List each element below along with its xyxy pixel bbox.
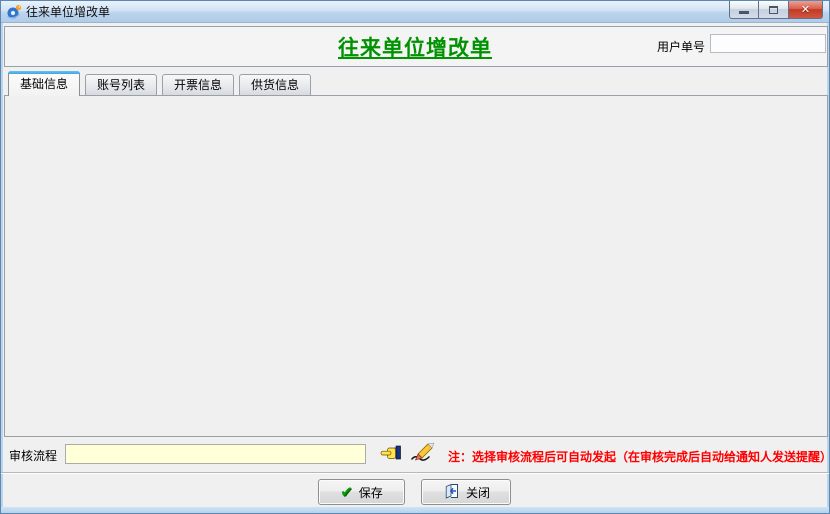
tab-basic-info[interactable]: 基础信息 xyxy=(8,71,80,96)
window-title: 往来单位增改单 xyxy=(26,3,110,20)
maximize-button[interactable] xyxy=(759,1,789,19)
audit-note-text: 注：选择审核流程后可自动发起（在审核完成后自动给通知人发送提醒） xyxy=(448,448,830,465)
audit-flow-input[interactable] xyxy=(65,444,366,464)
bottom-separator xyxy=(1,472,829,474)
tab-invoice-info[interactable]: 开票信息 xyxy=(162,74,234,95)
minimize-icon xyxy=(739,11,749,14)
save-check-icon: ✔ xyxy=(340,483,353,501)
close-window-button[interactable]: ✕ xyxy=(789,1,823,19)
tab-bar: 基础信息 账号列表 开票信息 供货信息 xyxy=(8,70,316,95)
user-no-input[interactable] xyxy=(710,34,826,53)
dialog-window: 往来单位增改单 ✕ 往来单位增改单 用户单号 基础信息 账号列表 开票信息 供货… xyxy=(0,0,830,514)
user-no-label: 用户单号 xyxy=(647,38,705,55)
minimize-button[interactable] xyxy=(729,1,759,19)
maximize-icon xyxy=(769,6,778,14)
sign-pen-icon[interactable] xyxy=(409,442,435,462)
audit-lookup-hand-icon[interactable] xyxy=(380,445,402,461)
save-button[interactable]: ✔ 保存 xyxy=(318,479,405,505)
audit-flow-label: 审核流程 xyxy=(9,447,57,464)
tab-account-list[interactable]: 账号列表 xyxy=(85,74,157,95)
title-bar[interactable]: 往来单位增改单 ✕ xyxy=(1,1,829,23)
basic-info-panel xyxy=(4,95,828,437)
window-frame-left xyxy=(1,23,3,507)
tab-supply-info[interactable]: 供货信息 xyxy=(239,74,311,95)
close-icon: ✕ xyxy=(801,3,810,16)
save-button-label: 保存 xyxy=(359,484,383,501)
close-button[interactable]: 关闭 xyxy=(421,479,511,505)
exit-door-icon xyxy=(442,483,460,502)
window-controls: ✕ xyxy=(729,1,823,19)
app-logo-icon xyxy=(6,4,22,20)
window-frame-bottom xyxy=(1,507,829,513)
close-button-label: 关闭 xyxy=(466,484,490,501)
